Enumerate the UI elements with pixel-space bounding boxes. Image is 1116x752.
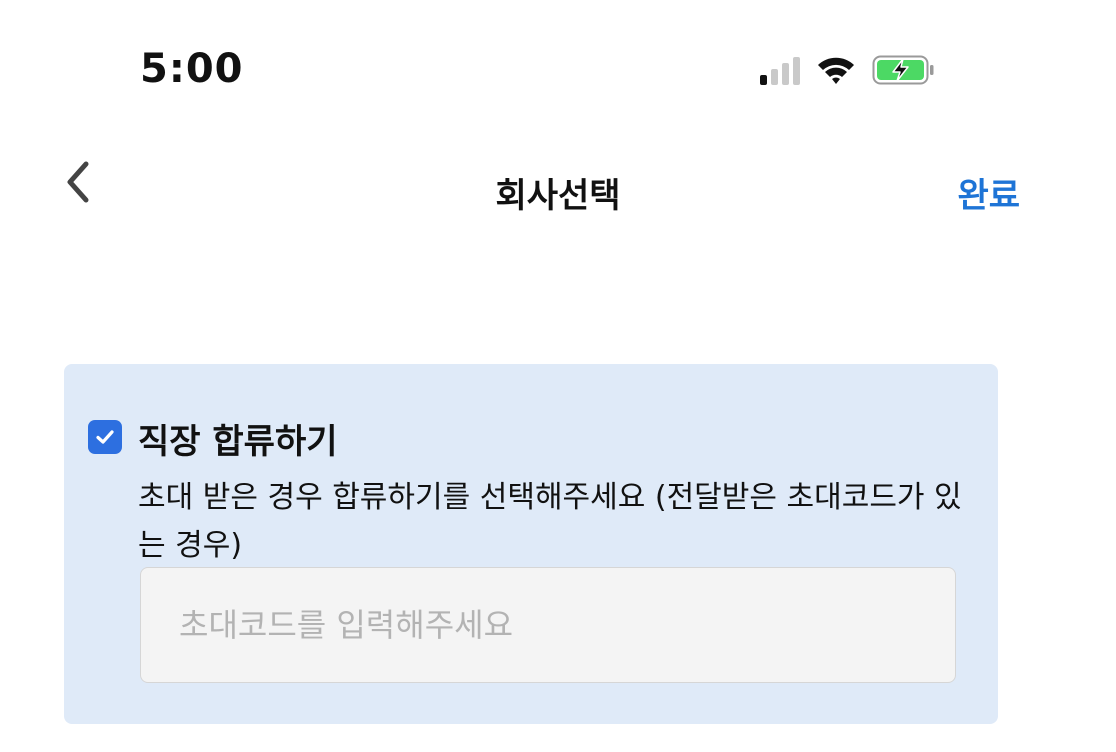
- cellular-signal-icon: [760, 55, 800, 85]
- status-time: 5:00: [140, 46, 244, 92]
- join-title: 직장 합류하기: [138, 422, 338, 462]
- checkmark-icon: [96, 430, 114, 444]
- status-icons: [760, 50, 936, 90]
- join-company-card: 직장 합류하기 초대 받은 경우 합류하기를 선택해주세요 (전달받은 초대코드…: [64, 364, 998, 724]
- join-description: 초대 받은 경우 합류하기를 선택해주세요 (전달받은 초대코드가 있는 경우): [138, 480, 962, 563]
- invite-code-input[interactable]: [140, 567, 956, 683]
- page-title: 회사선택: [495, 176, 621, 216]
- join-checkbox[interactable]: [88, 420, 122, 454]
- done-button[interactable]: 완료: [957, 168, 1020, 217]
- screen: 5:00 회사선택 완료 직장 합류하기 초대 받은 경우 합류하기를 선택해주…: [0, 0, 1116, 752]
- battery-charging-icon: [872, 54, 936, 86]
- wifi-icon: [816, 55, 856, 85]
